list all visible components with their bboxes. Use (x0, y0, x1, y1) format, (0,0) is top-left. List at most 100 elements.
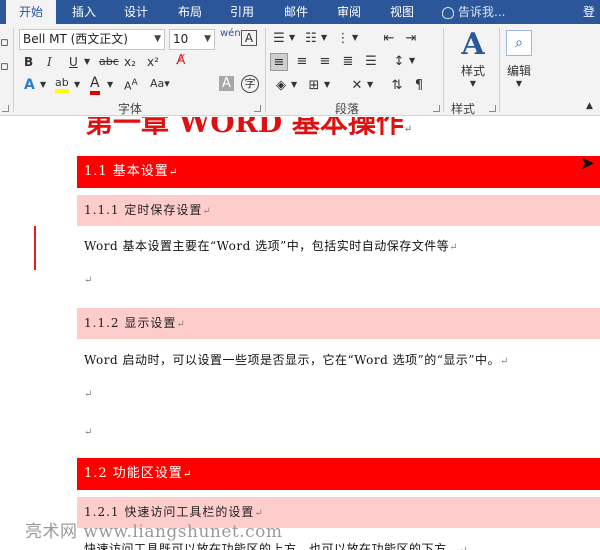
tab-insert[interactable]: 插入 (62, 0, 106, 24)
chevron-down-icon[interactable]: ▼ (107, 80, 113, 89)
grow-font-icon[interactable]: AA (124, 77, 138, 93)
paste-icon[interactable]: ▫ (0, 34, 9, 52)
chevron-down-icon[interactable]: ▼ (352, 33, 358, 42)
strikethrough-button[interactable]: abc (99, 55, 119, 68)
paragraph-mark: ↵ (403, 124, 413, 135)
styles-dialog-launcher-icon[interactable] (489, 105, 496, 112)
paragraph-text: 快速访问工具既可以放在功能区的上方，也可以放在功能区的下方。 (84, 542, 460, 550)
tab-design[interactable]: 设计 (114, 0, 158, 24)
line-spacing-icon[interactable]: ↕ (390, 53, 408, 71)
underline-dropdown-icon[interactable]: ▼ (84, 57, 90, 66)
chevron-down-icon[interactable]: ▼ (40, 80, 46, 89)
chevron-down-icon[interactable]: ▼ (367, 80, 373, 89)
chevron-down-icon: ▼ (469, 79, 477, 88)
tab-review[interactable]: 审阅 (327, 0, 371, 24)
justify-icon[interactable]: ≣ (339, 53, 357, 71)
chinese-layout-icon[interactable]: ✕ (348, 77, 366, 95)
editing-label: 编辑 (506, 64, 531, 78)
paragraph-text: Word 基本设置主要在“Word 选项”中，包括实时自动保存文件等 (84, 239, 450, 253)
tell-me-text: 告诉我... (458, 5, 506, 19)
collapse-ribbon-icon[interactable]: ▲ (586, 101, 593, 111)
sort-icon[interactable]: ⇅ (388, 77, 406, 95)
align-right-icon[interactable]: ≡ (316, 53, 334, 71)
bold-button[interactable]: B (24, 55, 33, 69)
underline-button[interactable]: U (69, 55, 78, 69)
heading-1-text: 1.1 基本设置 (84, 164, 169, 179)
paragraph-text: Word 启动时，可以设置一些项是否显示，它在“Word 选项”的“显示”中。 (84, 353, 500, 367)
chevron-down-icon[interactable]: ▼ (291, 80, 297, 89)
mouse-pointer-icon: ➤ (580, 153, 596, 174)
chapter-title: 第一章 WORD 基本操作↵ (85, 117, 412, 141)
watermark: 亮术网 www.liangshunet.com (25, 522, 283, 542)
highlight-button[interactable]: ab (55, 76, 69, 93)
align-center-icon[interactable]: ≡ (293, 53, 311, 71)
distributed-icon[interactable]: ☰ (362, 53, 380, 71)
font-size-select[interactable]: 10 ▼ (169, 29, 215, 50)
font-dialog-launcher-icon[interactable] (254, 105, 261, 112)
decrease-indent-icon[interactable]: ⇤ (380, 30, 398, 48)
styles-icon: A (461, 27, 485, 62)
chevron-down-icon[interactable]: ▼ (289, 33, 295, 42)
char-border-button[interactable]: A (241, 30, 257, 46)
phonetic-label: wén (220, 28, 241, 39)
shading-icon[interactable]: ◈ (272, 77, 290, 95)
heading-1-text: 1.2 功能区设置 (84, 466, 183, 481)
ribbon: ▫ ▫ Bell MT (西文正文) ▼ 10 ▼ wén A B I U ▼ ab… (0, 24, 600, 116)
tab-mailings[interactable]: 邮件 (274, 0, 318, 24)
chevron-down-icon[interactable]: ▼ (409, 56, 415, 65)
bullets-icon[interactable]: ☰ (270, 30, 288, 48)
numbering-icon[interactable]: ☷ (302, 30, 320, 48)
sign-in-link[interactable]: 登 (583, 0, 595, 24)
body-paragraph: Word 基本设置主要在“Word 选项”中，包括实时自动保存文件等↵ (84, 237, 458, 254)
heading-2: 1.1.2 显示设置↵ (77, 308, 600, 339)
styles-button[interactable]: A 样式 ▼ (450, 27, 496, 89)
tab-references[interactable]: 引用 (220, 0, 264, 24)
lightbulb-icon (442, 6, 454, 19)
chevron-down-icon[interactable]: ▼ (324, 80, 330, 89)
document-area[interactable]: 第一章 WORD 基本操作↵ 1.1 基本设置 ↵ 1.1.1 定时保存设置↵ W… (0, 117, 600, 550)
font-name-select[interactable]: Bell MT (西文正文) ▼ (19, 29, 165, 50)
paragraph-mark: ↵ (449, 242, 459, 253)
font-size-value: 10 (173, 32, 189, 46)
subscript-button[interactable]: x₂ (124, 55, 136, 69)
text-effect-button[interactable]: A (24, 77, 35, 93)
heading-2: 1.1.1 定时保存设置↵ (77, 195, 600, 226)
superscript-button[interactable]: x² (147, 55, 159, 69)
phonetic-guide-button[interactable]: wén (220, 28, 241, 39)
change-bar (34, 226, 36, 270)
multilevel-list-icon[interactable]: ⋮ (334, 30, 352, 48)
cut-icon[interactable]: ▫ (0, 58, 9, 76)
chevron-down-icon[interactable]: ▼ (321, 33, 327, 42)
empty-paragraph: ↵ (84, 389, 93, 400)
group-font-label: 字体 (117, 102, 142, 116)
tell-me-box[interactable]: 告诉我... (442, 0, 505, 24)
group-paragraph-label: 段落 (334, 102, 359, 116)
styles-label: 样式 (460, 64, 485, 78)
increase-indent-icon[interactable]: ⇥ (402, 30, 420, 48)
body-paragraph: Word 启动时，可以设置一些项是否显示，它在“Word 选项”的“显示”中。↵ (84, 351, 509, 368)
editing-button[interactable]: ⌕ 编辑 ▼ (503, 28, 535, 88)
align-left-icon[interactable]: ≡ (270, 53, 288, 71)
separator (13, 28, 14, 112)
paragraph-mark: ↵ (176, 319, 186, 330)
group-styles-label: 样式 (450, 102, 475, 116)
separator (265, 28, 266, 112)
borders-icon[interactable]: ⊞ (305, 77, 323, 95)
separator (443, 28, 444, 112)
clipboard-launcher-icon[interactable] (2, 105, 9, 112)
paragraph-dialog-launcher-icon[interactable] (433, 105, 440, 112)
italic-button[interactable]: I (47, 55, 52, 69)
ribbon-tab-bar: 开始 插入 设计 布局 引用 邮件 审阅 视图 告诉我... 登 (0, 0, 600, 24)
chevron-down-icon[interactable]: ▼ (74, 80, 80, 89)
tab-home[interactable]: 开始 (6, 0, 56, 24)
show-marks-icon[interactable]: ¶ (410, 77, 428, 95)
char-shading-button[interactable]: A (219, 76, 234, 91)
chevron-down-icon: ▼ (204, 34, 211, 44)
tab-layout[interactable]: 布局 (168, 0, 212, 24)
change-case-icon[interactable]: Aa▾ (150, 77, 170, 90)
clear-format-icon[interactable]: A̸ (172, 52, 190, 70)
search-icon: ⌕ (506, 30, 532, 56)
font-color-button[interactable]: A (90, 75, 100, 95)
tab-view[interactable]: 视图 (380, 0, 424, 24)
enclose-char-button[interactable]: 字 (241, 75, 259, 93)
